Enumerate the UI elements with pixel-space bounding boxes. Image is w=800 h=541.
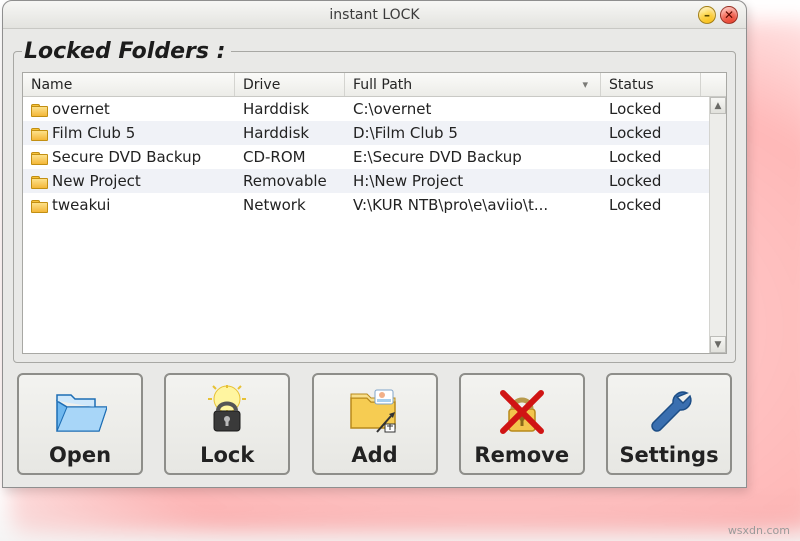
row-name: tweakui	[52, 196, 110, 214]
open-button[interactable]: Open	[17, 373, 143, 475]
add-folder-icon	[347, 383, 403, 439]
settings-label: Settings	[619, 443, 718, 467]
add-label: Add	[351, 443, 397, 467]
row-status: Locked	[601, 124, 701, 142]
folder-icon	[31, 150, 48, 164]
table-row[interactable]: Secure DVD Backup CD-ROME:\Secure DVD Bac…	[23, 145, 726, 169]
folder-icon	[31, 126, 48, 140]
lock-button[interactable]: Lock	[164, 373, 290, 475]
vertical-scrollbar[interactable]: ▲ ▼	[709, 97, 726, 353]
col-header-status[interactable]: Status	[601, 73, 701, 96]
row-status: Locked	[601, 100, 701, 118]
col-header-name[interactable]: Name	[23, 73, 235, 96]
col-header-drive[interactable]: Drive	[235, 73, 345, 96]
remove-lock-icon	[494, 383, 550, 439]
folder-icon	[31, 198, 48, 212]
row-drive: CD-ROM	[235, 148, 345, 166]
table-row[interactable]: overnet HarddiskC:\overnetLocked	[23, 97, 726, 121]
row-drive: Network	[235, 196, 345, 214]
row-name: overnet	[52, 100, 110, 118]
row-status: Locked	[601, 172, 701, 190]
app-window: instant LOCK – ✕ Locked Folders : Name D…	[2, 0, 747, 488]
close-icon[interactable]: ✕	[720, 6, 738, 24]
remove-button[interactable]: Remove	[459, 373, 585, 475]
row-status: Locked	[601, 148, 701, 166]
row-name: Film Club 5	[52, 124, 135, 142]
folder-icon	[31, 102, 48, 116]
row-path: C:\overnet	[345, 100, 601, 118]
row-drive: Removable	[235, 172, 345, 190]
wrench-icon	[641, 383, 697, 439]
row-drive: Harddisk	[235, 100, 345, 118]
row-drive: Harddisk	[235, 124, 345, 142]
toolbar: Open	[13, 373, 736, 475]
row-name: Secure DVD Backup	[52, 148, 201, 166]
open-folder-icon	[52, 383, 108, 439]
folders-table: Name Drive Full Path Status overnet Hardd…	[22, 72, 727, 354]
remove-label: Remove	[474, 443, 569, 467]
folder-icon	[31, 174, 48, 188]
table-row[interactable]: New Project RemovableH:\New ProjectLocked	[23, 169, 726, 193]
row-path: V:\KUR NTB\pro\e\aviio\t...	[345, 196, 601, 214]
row-path: H:\New Project	[345, 172, 601, 190]
col-header-path[interactable]: Full Path	[345, 73, 601, 96]
row-path: D:\Film Club 5	[345, 124, 601, 142]
group-legend: Locked Folders :	[22, 39, 231, 64]
table-row[interactable]: tweakui NetworkV:\KUR NTB\pro\e\aviio\t..…	[23, 193, 726, 217]
minimize-icon[interactable]: –	[698, 6, 716, 24]
table-header: Name Drive Full Path Status	[23, 73, 726, 97]
lock-icon	[199, 383, 255, 439]
watermark: wsxdn.com	[728, 524, 790, 537]
add-button[interactable]: Add	[312, 373, 438, 475]
window-title: instant LOCK	[329, 7, 419, 23]
row-path: E:\Secure DVD Backup	[345, 148, 601, 166]
row-status: Locked	[601, 196, 701, 214]
locked-folders-group: Locked Folders : Name Drive Full Path St…	[13, 39, 736, 363]
scroll-down-icon[interactable]: ▼	[710, 336, 726, 353]
scroll-up-icon[interactable]: ▲	[710, 97, 726, 114]
lock-label: Lock	[200, 443, 254, 467]
col-header-end	[701, 73, 726, 96]
table-row[interactable]: Film Club 5 HarddiskD:\Film Club 5Locked	[23, 121, 726, 145]
row-name: New Project	[52, 172, 141, 190]
open-label: Open	[49, 443, 111, 467]
titlebar[interactable]: instant LOCK – ✕	[3, 1, 746, 29]
settings-button[interactable]: Settings	[606, 373, 732, 475]
